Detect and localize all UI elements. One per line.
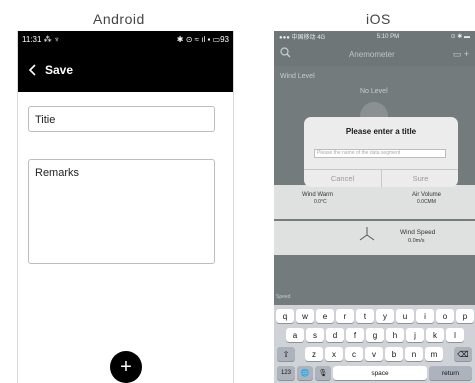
numbers-key[interactable]: 123 [277, 366, 295, 380]
return-key[interactable]: return [429, 366, 472, 380]
ios-status-right-icons: ⊙ ✱ ▬ [450, 34, 470, 40]
key-k[interactable]: k [426, 328, 444, 342]
key-l[interactable]: l [446, 328, 464, 342]
delete-key[interactable]: ⌫ [454, 347, 472, 361]
wind-level-label: Wind Level [280, 73, 315, 80]
key-e[interactable]: e [316, 309, 334, 323]
air-volume-value: 0.0CMM [417, 199, 436, 205]
add-fab-button[interactable]: + [110, 351, 142, 383]
shift-key[interactable]: ⇧ [277, 347, 295, 361]
sure-button[interactable]: Sure [382, 170, 458, 187]
back-icon[interactable] [28, 61, 37, 79]
cancel-button[interactable]: Cancel [304, 170, 381, 187]
android-status-left: 11:31 ⁂ ♆ [22, 35, 60, 44]
key-d[interactable]: d [326, 328, 344, 342]
key-t[interactable]: t [356, 309, 374, 323]
key-g[interactable]: g [366, 328, 384, 342]
key-h[interactable]: h [386, 328, 404, 342]
title-input[interactable]: Titie [28, 106, 215, 132]
wind-warm-label: Wind Warm [302, 192, 334, 198]
android-phone-screen: 11:31 ⁂ ♆ ✱ ⊙ ≈ ıl ▪ ▭93 Save Titie Rema… [17, 31, 234, 383]
ios-platform-label: iOS [366, 11, 391, 27]
key-z[interactable]: z [305, 347, 323, 361]
key-b[interactable]: b [385, 347, 403, 361]
android-status-notification-icons: ⁂ ♆ [43, 34, 60, 44]
key-w[interactable]: w [296, 309, 314, 323]
key-y[interactable]: y [376, 309, 394, 323]
dialog-input-placeholder: Please the name of the data segment [317, 150, 401, 156]
ios-status-carrier: ●●● 中国移动 4G [279, 35, 326, 41]
key-f[interactable]: f [346, 328, 364, 342]
key-i[interactable]: i [416, 309, 434, 323]
key-n[interactable]: n [405, 347, 423, 361]
remarks-textarea-placeholder: Remarks [35, 167, 80, 179]
search-icon[interactable] [280, 45, 291, 63]
ios-phone-screen: ●●● 中国移动 4G 5:10 PM ⊙ ✱ ▬ Anemometer ▭ +… [274, 31, 475, 383]
page-title: Save [45, 62, 74, 77]
android-status-bar: 11:31 ⁂ ♆ ✱ ⊙ ≈ ıl ▪ ▭93 [18, 31, 233, 47]
ios-nav-bar: Anemometer ▭ + [274, 42, 475, 66]
key-m[interactable]: m [425, 347, 443, 361]
speed-label: Speed [276, 294, 291, 300]
mic-key[interactable]: 🎙 [315, 366, 331, 380]
wind-warm-value: 0.0°C [314, 199, 327, 205]
android-platform-label: Android [93, 11, 145, 27]
key-r[interactable]: r [336, 309, 354, 323]
key-s[interactable]: s [306, 328, 324, 342]
wind-speed-value: 0.0m/s [408, 238, 425, 244]
remarks-textarea[interactable]: Remarks [28, 159, 215, 264]
ios-status-time: 5:10 PM [376, 33, 400, 40]
key-v[interactable]: v [365, 347, 383, 361]
title-dialog: Please enter a title Please the name of … [304, 117, 458, 187]
measurements-panel [274, 185, 475, 219]
android-app-bar: Save [18, 47, 233, 92]
dialog-title: Please enter a title [345, 127, 417, 136]
key-p[interactable]: p [456, 309, 474, 323]
title-input-placeholder: Titie [35, 114, 56, 126]
key-q[interactable]: q [276, 309, 294, 323]
key-j[interactable]: j [406, 328, 424, 342]
ios-keyboard: qwertyuiop asdfghjkl zxcvbnm ⇧ ⌫ 123 🌐 🎙… [274, 305, 475, 383]
key-x[interactable]: x [325, 347, 343, 361]
dialog-title-input[interactable]: Please the name of the data segment [314, 149, 446, 158]
key-u[interactable]: u [396, 309, 414, 323]
globe-key[interactable]: 🌐 [297, 366, 313, 380]
ios-nav-title: Anemometer [348, 49, 395, 59]
plus-icon: + [120, 355, 132, 378]
fan-icon [356, 224, 378, 251]
space-key[interactable]: space [333, 366, 427, 380]
key-a[interactable]: a [286, 328, 304, 342]
ios-status-bar: ●●● 中国移动 4G 5:10 PM ⊙ ✱ ▬ [274, 31, 475, 42]
android-status-time: 11:31 [22, 34, 42, 44]
air-volume-label: Air Volume [412, 192, 442, 198]
wind-speed-label: Wind Speed [400, 229, 436, 236]
no-level-text: No Level [360, 88, 388, 95]
nav-right-icons[interactable]: ▭ + [453, 49, 469, 60]
android-status-right-icons: ✱ ⊙ ≈ ıl ▪ ▭93 [176, 34, 229, 44]
key-c[interactable]: c [345, 347, 363, 361]
key-o[interactable]: o [436, 309, 454, 323]
